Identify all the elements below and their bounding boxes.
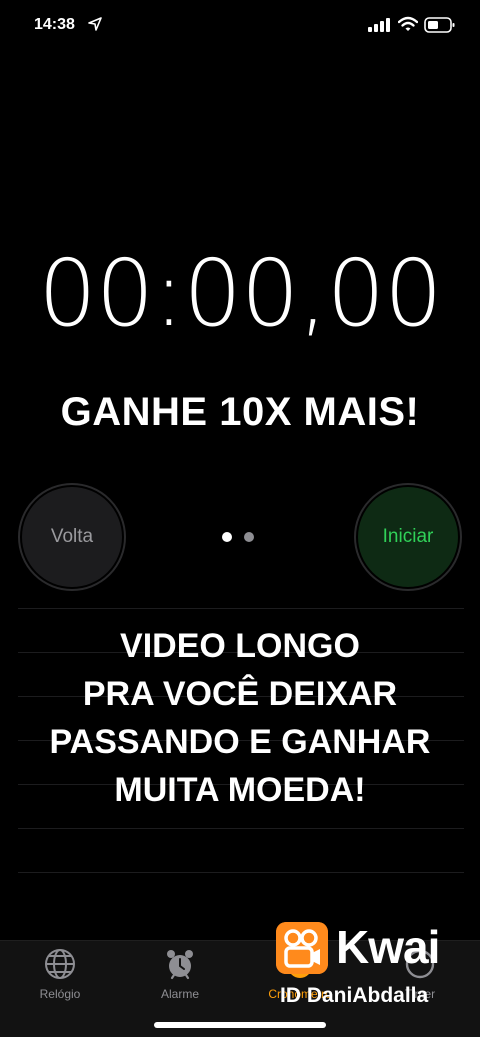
kwai-user-id: ID DaniAbdalla [280,984,429,1007]
kwai-brand-name: Kwai [336,921,440,973]
overlay-line: MUITA MOEDA! [114,771,366,809]
lap-button[interactable]: Volta [18,483,126,591]
home-indicator[interactable] [154,1022,326,1028]
tab-alarm[interactable]: Alarme [130,947,230,1007]
start-button-label: Iniciar [382,526,434,547]
wifi-icon [398,16,418,31]
status-bar: 14:38 [0,0,480,54]
overlay-line: PRA VOCÊ DEIXAR [82,675,398,713]
overlay-line: PASSANDO E GANHAR [49,723,431,761]
page-dot-inactive[interactable] [244,532,254,542]
kwai-logo-icon [276,922,328,974]
overlay-headline: GANHE 10X MAIS! [60,390,420,434]
battery-icon [424,17,455,33]
cellular-signal-icon [368,18,390,32]
lap-button-label: Volta [50,526,94,547]
status-time: 14:38 [34,16,75,33]
page-dot-active [222,532,232,542]
lap-list-divider [18,872,464,873]
overlay-line: VIDEO LONGO [120,627,360,665]
page-indicator [222,532,262,542]
start-button[interactable]: Iniciar [354,483,462,591]
lap-list-divider [18,828,464,829]
overlay-body-text: VIDEO LONGO PRA VOCÊ DEIXAR PASSANDO E G… [0,622,480,814]
tab-label: Relógio [39,987,81,1001]
globe-icon [45,949,75,979]
kwai-watermark: Kwai ID DaniAbdalla [276,920,466,1016]
alarm-clock-icon [167,950,193,980]
stopwatch-time-display: 00:00,00 [38,240,442,347]
tab-label: Alarme [160,987,199,1001]
tab-world-clock[interactable]: Relógio [10,947,110,1007]
lap-list-divider [18,608,464,609]
location-arrow-icon [88,17,102,31]
